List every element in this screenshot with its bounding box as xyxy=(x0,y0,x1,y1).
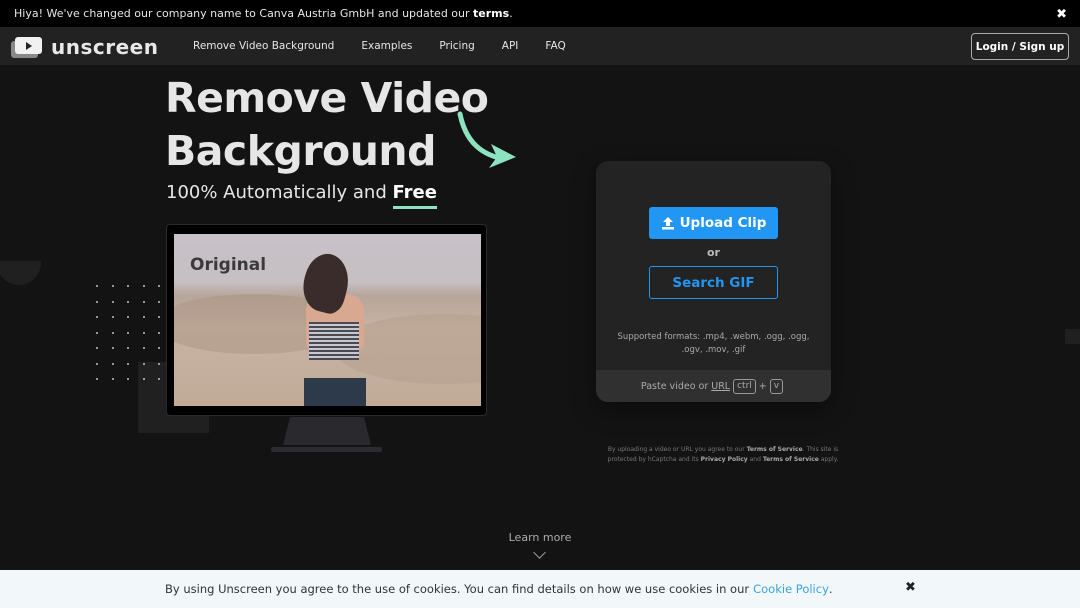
privacy-policy-link[interactable]: Privacy Policy xyxy=(701,456,748,463)
title-line-2: Background xyxy=(165,127,436,175)
cookie-text: By using Unscreen you agree to the use o… xyxy=(165,582,750,596)
nav-link-api[interactable]: API xyxy=(502,40,519,52)
page-title: Remove Video Background xyxy=(165,72,489,178)
preview-video[interactable]: Original xyxy=(174,234,481,406)
upload-clip-button[interactable]: Upload Clip xyxy=(649,207,778,239)
hcaptcha-terms-link[interactable]: Terms of Service xyxy=(763,456,819,463)
tos-text-3: and xyxy=(749,456,761,463)
search-gif-button[interactable]: Search GIF xyxy=(649,266,778,299)
terms-of-service-link[interactable]: Terms of Service xyxy=(747,446,803,453)
upload-panel[interactable]: Upload Clip or Search GIF Supported form… xyxy=(596,161,831,402)
preview-label: Original xyxy=(190,255,267,275)
announcement-banner: Hiya! We've changed our company name to … xyxy=(0,0,1080,27)
or-separator: or xyxy=(707,246,720,259)
learn-more-link[interactable]: Learn more xyxy=(0,531,1080,544)
cookie-suffix: . xyxy=(828,582,833,596)
terms-notice: By uploading a video or URL you agree to… xyxy=(596,445,850,465)
paste-text: Paste video or xyxy=(640,380,709,392)
paste-url-link[interactable]: URL xyxy=(711,381,730,392)
close-icon[interactable]: ✖ xyxy=(905,580,916,595)
monitor-stand xyxy=(283,417,371,445)
ctrl-key: ctrl xyxy=(733,378,756,394)
monitor-stand-base xyxy=(271,447,382,452)
paste-bar: Paste video or URL ctrl + v xyxy=(596,370,831,402)
upload-clip-label: Upload Clip xyxy=(679,215,767,231)
announcement-text: Hiya! We've changed our company name to … xyxy=(14,7,470,20)
logo[interactable]: unscreen xyxy=(11,35,158,59)
decorative-dot-grid xyxy=(94,283,162,382)
chevron-down-icon[interactable] xyxy=(533,546,546,559)
upload-icon xyxy=(661,217,674,230)
logo-play-icon xyxy=(11,36,42,58)
subtitle-text: 100% Automatically and xyxy=(166,182,387,203)
tos-text-4: apply. xyxy=(820,456,839,463)
hero-subtitle: 100% Automatically and Free xyxy=(166,182,437,203)
nav-link-faq[interactable]: FAQ xyxy=(545,40,565,52)
nav-link-pricing[interactable]: Pricing xyxy=(439,40,474,52)
supported-formats: Supported formats: .mp4, .webm, .ogg, .o… xyxy=(617,332,810,355)
plus-sign: + xyxy=(758,380,767,392)
curved-arrow-icon xyxy=(457,111,516,168)
nav-link-remove-video-background[interactable]: Remove Video Background xyxy=(193,40,334,52)
terms-link[interactable]: terms xyxy=(473,7,509,20)
decorative-half-circle xyxy=(0,261,41,285)
top-navigation: unscreen Remove Video Background Example… xyxy=(0,27,1080,65)
nav-links: Remove Video Background Examples Pricing… xyxy=(193,27,593,65)
close-icon[interactable]: ✖ xyxy=(1056,8,1067,21)
tos-text-1: By uploading a video or URL you agree to… xyxy=(607,446,745,453)
cookie-policy-link[interactable]: Cookie Policy xyxy=(753,582,829,596)
nav-link-examples[interactable]: Examples xyxy=(361,40,412,52)
cookie-banner: By using Unscreen you agree to the use o… xyxy=(0,570,1080,608)
v-key: v xyxy=(769,378,784,394)
subtitle-emphasis: Free xyxy=(392,182,437,203)
announcement-suffix: . xyxy=(509,7,513,20)
title-line-1: Remove Video xyxy=(165,74,489,122)
decorative-block xyxy=(1065,329,1080,344)
video-preview-monitor: Original xyxy=(166,224,487,416)
login-signup-button[interactable]: Login / Sign up xyxy=(971,33,1069,60)
logo-text: unscreen xyxy=(51,35,159,59)
